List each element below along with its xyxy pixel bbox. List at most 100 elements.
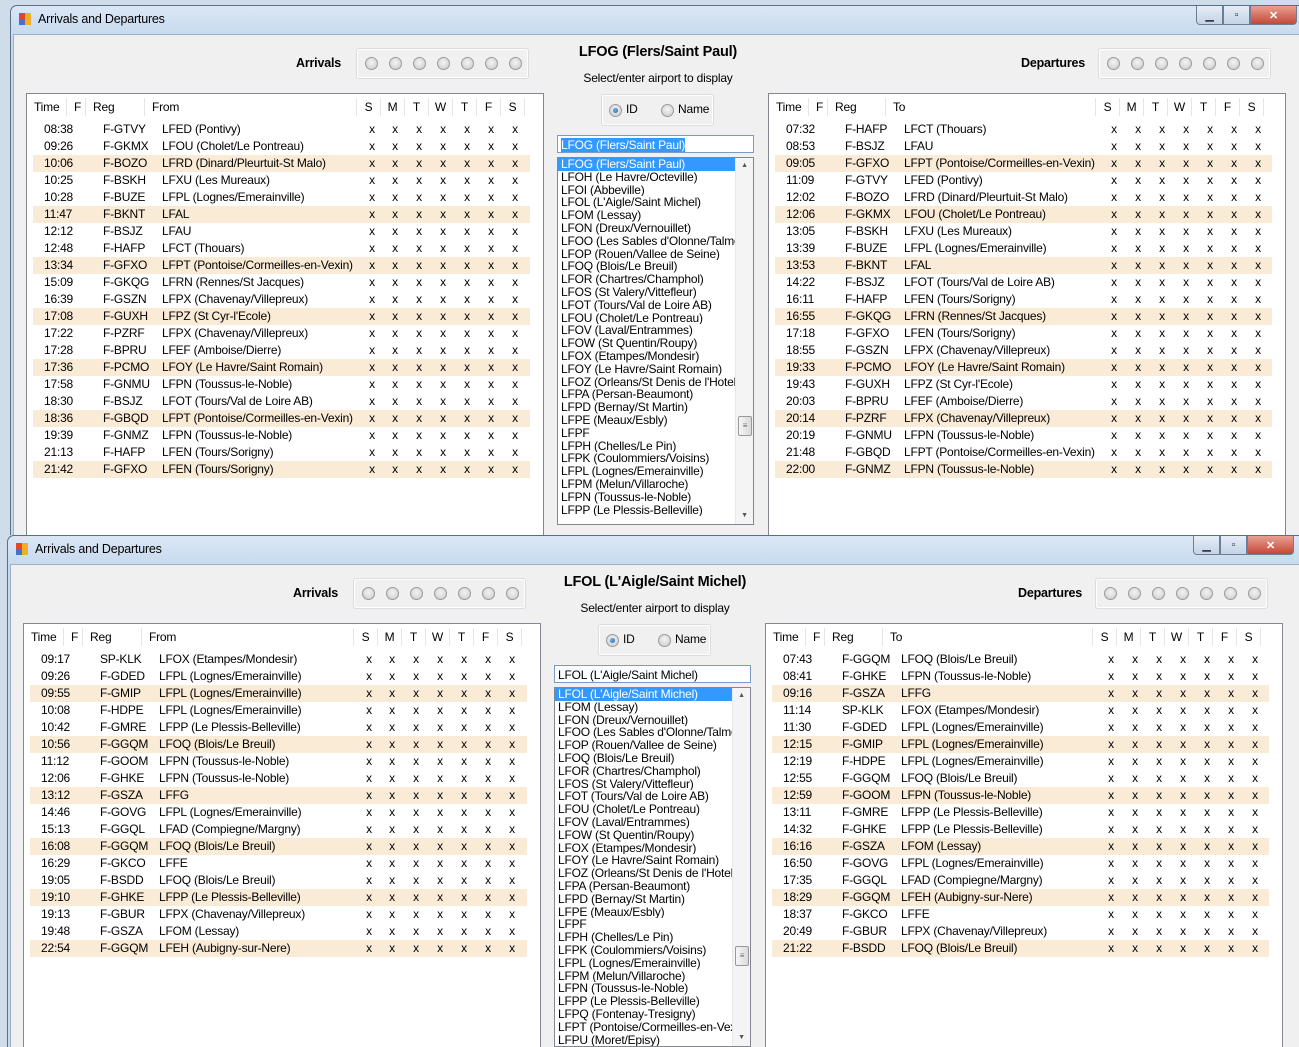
departures-table-row[interactable]: 07:43 F-GGQM LFOQ (Blois/Le Breuil) x x x x x x x — [772, 651, 1269, 668]
departures-table-row[interactable]: 08:41 F-GHKE LFPN (Toussus-le-Noble) x x x x x x… — [772, 668, 1269, 685]
scroll-down-arrow-icon[interactable]: ▼ — [736, 508, 753, 524]
departures-column-header[interactable]: F — [1216, 98, 1240, 116]
airport-list-item[interactable]: LFPH (Chelles/Le Pin) — [555, 931, 732, 944]
airport-list-item[interactable]: LFOL (L'Aigle/Saint Michel) — [558, 196, 735, 209]
arrivals-table-row[interactable]: 12:12 F-BSJZ LFAU x x x x x x x — [33, 223, 530, 240]
departures-table-row[interactable]: 13:05 F-BSKH LFXU (Les Mureaux) x x x x x x x — [775, 223, 1272, 240]
scroll-thumb[interactable]: ≡ — [735, 946, 749, 966]
arrivals-table-row[interactable]: 18:30 F-BSJZ LFOT (Tours/Val de Loire AB) x… — [33, 393, 530, 410]
maximize-button[interactable]: ▫ — [1223, 6, 1250, 25]
arrivals-column-header[interactable]: T — [405, 98, 429, 116]
airport-input[interactable]: LFOG (Flers/Saint Paul) — [557, 135, 754, 153]
departures-day-radio[interactable] — [1248, 587, 1261, 600]
departures-day-radio[interactable] — [1176, 587, 1189, 600]
departures-day-radio[interactable] — [1155, 57, 1168, 70]
departures-column-header[interactable]: T — [1144, 98, 1168, 116]
arrivals-column-header[interactable]: S — [357, 98, 381, 116]
airport-list-item[interactable]: LFOU (Cholet/Le Pontreau) — [558, 312, 735, 325]
airport-list-item[interactable]: LFOQ (Blois/Le Breuil) — [555, 752, 732, 765]
departures-day-radio[interactable] — [1200, 587, 1213, 600]
departures-table-row[interactable]: 21:48 F-GBQD LFPT (Pontoise/Cormeilles-en-… — [775, 444, 1272, 461]
departures-column-header[interactable]: Time — [766, 628, 806, 646]
arrivals-table-row[interactable]: 10:28 F-BUZE LFPL (Lognes/Emerainville) x x x… — [33, 189, 530, 206]
departures-day-radio[interactable] — [1203, 57, 1216, 70]
mode-radio-name[interactable] — [661, 104, 674, 117]
airport-list-item[interactable]: LFOX (Etampes/Mondesir) — [555, 842, 732, 855]
departures-table-row[interactable]: 22:00 F-GNMZ LFPN (Toussus-le-Noble) x x x x x x… — [775, 461, 1272, 478]
departures-day-radio[interactable] — [1131, 57, 1144, 70]
arrivals-table-row[interactable]: 17:58 F-GNMU LFPN (Toussus-le-Noble) x x x x x x… — [33, 376, 530, 393]
arrivals-column-header[interactable]: From — [142, 628, 354, 646]
arrivals-column-header[interactable]: Time — [27, 98, 67, 116]
arrivals-table-row[interactable]: 12:48 F-HAFP LFCT (Thouars) x x x x x x x — [33, 240, 530, 257]
arrivals-day-radio[interactable] — [386, 587, 399, 600]
arrivals-table-row[interactable]: 08:38 F-GTVY LFED (Pontivy) x x x x x x x — [33, 121, 530, 138]
arrivals-table-row[interactable]: 21:42 F-GFXO LFEN (Tours/Sorigny) x x x x x x x — [33, 461, 530, 478]
airport-list-item[interactable]: LFON (Dreux/Vernouillet) — [558, 222, 735, 235]
scroll-down-arrow-icon[interactable]: ▼ — [733, 1030, 750, 1046]
arrivals-table-row[interactable]: 11:47 F-BKNT LFAL x x x x x x x — [33, 206, 530, 223]
departures-table-row[interactable]: 16:55 F-GKQG LFRN (Rennes/St Jacques) x x x x x… — [775, 308, 1272, 325]
arrivals-column-header[interactable]: W — [429, 98, 453, 116]
close-button[interactable]: ✕ — [1250, 6, 1297, 25]
departures-day-radio[interactable] — [1179, 57, 1192, 70]
listbox-scrollbar[interactable]: ▲ ≡ ▼ — [735, 158, 753, 524]
arrivals-table-row[interactable]: 22:54 F-GGQM LFEH (Aubigny-sur-Nere) x x x x x x… — [30, 940, 527, 957]
arrivals-column-header[interactable]: F — [474, 628, 498, 646]
arrivals-table-row[interactable]: 11:12 F-GOOM LFPN (Toussus-le-Noble) x x x x x x… — [30, 753, 527, 770]
arrivals-table-row[interactable]: 19:48 F-GSZA LFOM (Lessay) x x x x x x x — [30, 923, 527, 940]
arrivals-column-header[interactable]: S — [354, 628, 378, 646]
departures-table-row[interactable]: 21:22 F-BSDD LFOQ (Blois/Le Breuil) x x x x x x x — [772, 940, 1269, 957]
arrivals-table-row[interactable]: 09:17 SP-KLK LFOX (Etampes/Mondesir) x x x x x x… — [30, 651, 527, 668]
departures-table-row[interactable]: 20:49 F-GBUR LFPX (Chavenay/Villepreux) x x x… — [772, 923, 1269, 940]
arrivals-table-row[interactable]: 19:05 F-BSDD LFOQ (Blois/Le Breuil) x x x x x x x — [30, 872, 527, 889]
airport-list-item[interactable]: LFOM (Lessay) — [558, 209, 735, 222]
arrivals-day-radio[interactable] — [437, 57, 450, 70]
departures-table-row[interactable]: 12:02 F-BOZO LFRD (Dinard/Pleurtuit-St Mal… — [775, 189, 1272, 206]
arrivals-table-row[interactable]: 15:09 F-GKQG LFRN (Rennes/St Jacques) x x x x x… — [33, 274, 530, 291]
departures-table-row[interactable]: 11:14 SP-KLK LFOX (Etampes/Mondesir) x x x x x x… — [772, 702, 1269, 719]
arrivals-column-header[interactable]: W — [426, 628, 450, 646]
departures-table-row[interactable]: 09:16 F-GSZA LFFG x x x x x x x — [772, 685, 1269, 702]
departures-table-row[interactable]: 14:22 F-BSJZ LFOT (Tours/Val de Loire AB) x… — [775, 274, 1272, 291]
airport-list-item[interactable]: LFOH (Le Havre/Octeville) — [558, 171, 735, 184]
arrivals-table-row[interactable]: 13:34 F-GFXO LFPT (Pontoise/Cormeilles-en-… — [33, 257, 530, 274]
arrivals-column-header[interactable]: S — [498, 628, 522, 646]
title-bar[interactable]: Arrivals and Departures ▁ ▫ ✕ — [11, 6, 1299, 33]
departures-column-header[interactable]: S — [1093, 628, 1117, 646]
airport-list-item[interactable]: LFPN (Toussus-le-Noble) — [555, 982, 732, 995]
airport-list-item[interactable]: LFON (Dreux/Vernouillet) — [555, 714, 732, 727]
departures-column-header[interactable]: M — [1120, 98, 1144, 116]
departures-day-radio[interactable] — [1107, 57, 1120, 70]
arrivals-table-row[interactable]: 10:06 F-BOZO LFRD (Dinard/Pleurtuit-St Mal… — [33, 155, 530, 172]
airport-list-item[interactable]: LFPA (Persan-Beaumont) — [555, 880, 732, 893]
airport-list-item[interactable]: LFOS (St Valery/Vittefleur) — [558, 286, 735, 299]
departures-table-row[interactable]: 11:30 F-GDED LFPL (Lognes/Emerainville) x x x… — [772, 719, 1269, 736]
arrivals-table-row[interactable]: 16:39 F-GSZN LFPX (Chavenay/Villepreux) x x x… — [33, 291, 530, 308]
minimize-button[interactable]: ▁ — [1196, 6, 1223, 25]
departures-table-row[interactable]: 19:33 F-PCMO LFOY (Le Havre/Saint Romain) x… — [775, 359, 1272, 376]
departures-table-row[interactable]: 12:19 F-HDPE LFPL (Lognes/Emerainville) x x x… — [772, 753, 1269, 770]
arrivals-column-header[interactable]: F — [67, 98, 86, 116]
arrivals-day-radio[interactable] — [362, 587, 375, 600]
airport-list-item[interactable]: LFOV (Laval/Entrammes) — [558, 324, 735, 337]
airport-list-item[interactable]: LFPN (Toussus-le-Noble) — [558, 491, 735, 504]
listbox-scrollbar[interactable]: ▲ ≡ ▼ — [732, 688, 750, 1046]
airport-listbox[interactable]: LFOL (L'Aigle/Saint Michel) LFOM (Lessay)… — [554, 687, 751, 1047]
departures-table-row[interactable]: 08:53 F-BSJZ LFAU x x x x x x x — [775, 138, 1272, 155]
departures-table-row[interactable]: 12:06 F-GKMX LFOU (Cholet/Le Pontreau) x x x x… — [775, 206, 1272, 223]
arrivals-column-header[interactable]: F — [64, 628, 83, 646]
maximize-button[interactable]: ▫ — [1220, 536, 1247, 555]
airport-list-item[interactable]: LFPA (Persan-Beaumont) — [558, 388, 735, 401]
airport-list-item[interactable]: LFOI (Abbeville) — [558, 184, 735, 197]
airport-list-item[interactable]: LFOY (Le Havre/Saint Romain) — [555, 854, 732, 867]
departures-table-row[interactable]: 12:59 F-GOOM LFPN (Toussus-le-Noble) x x x x x x… — [772, 787, 1269, 804]
mode-label-name[interactable]: Name — [678, 102, 709, 116]
arrivals-table-row[interactable]: 18:36 F-GBQD LFPT (Pontoise/Cormeilles-en-… — [33, 410, 530, 427]
arrivals-column-header[interactable]: M — [378, 628, 402, 646]
airport-list-item[interactable]: LFOG (Flers/Saint Paul) — [558, 158, 735, 171]
arrivals-day-radio[interactable] — [410, 587, 423, 600]
airport-list-item[interactable]: LFPM (Melun/Villaroche) — [558, 478, 735, 491]
arrivals-table-row[interactable]: 10:25 F-BSKH LFXU (Les Mureaux) x x x x x x x — [33, 172, 530, 189]
departures-day-radio[interactable] — [1104, 587, 1117, 600]
